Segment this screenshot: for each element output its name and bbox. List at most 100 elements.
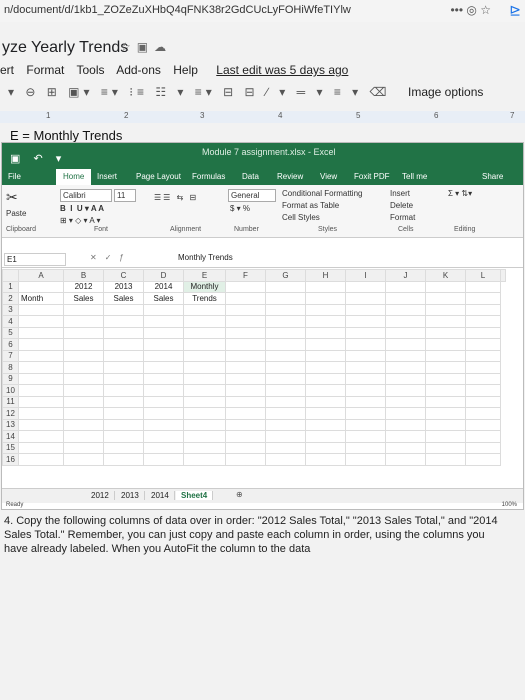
cell[interactable] [345,430,386,443]
cell[interactable] [465,430,501,443]
cell[interactable] [305,407,346,420]
cell[interactable] [305,338,346,351]
cell[interactable] [465,407,501,420]
menu-tools[interactable]: Tools [77,63,105,77]
column-header[interactable]: H [305,269,346,282]
cell[interactable] [265,280,306,293]
cell[interactable] [143,418,184,431]
cell[interactable] [425,280,466,293]
cell[interactable] [18,407,64,420]
cell[interactable] [225,338,266,351]
row-header[interactable]: 9 [2,372,19,385]
cell[interactable]: 2014 [143,280,184,293]
cell[interactable] [18,361,64,374]
cell[interactable] [345,372,386,385]
cell[interactable] [345,303,386,316]
cell[interactable] [183,303,226,316]
cell[interactable] [103,338,144,351]
cell[interactable] [305,453,346,466]
cell[interactable] [465,384,501,397]
cell[interactable] [18,280,64,293]
cell[interactable] [143,407,184,420]
cell[interactable] [465,326,501,339]
cell[interactable] [305,361,346,374]
cell[interactable] [305,430,346,443]
quick-access-icons[interactable]: ▣ ↶ ▾ [10,152,66,165]
cell[interactable] [465,361,501,374]
cell[interactable] [143,430,184,443]
cell[interactable] [425,453,466,466]
cell[interactable] [305,372,346,385]
cell[interactable] [103,441,144,454]
currency-percent[interactable]: $ ▾ % [230,204,250,213]
formula-bar-icons[interactable]: ✕✓ƒ [90,253,132,262]
column-header[interactable]: G [265,269,306,282]
title-icons[interactable]: ☆▣☁ [120,40,172,54]
cell[interactable] [63,315,104,328]
cell[interactable] [265,326,306,339]
cell[interactable] [425,384,466,397]
cell[interactable] [183,441,226,454]
cell[interactable] [183,430,226,443]
menu-format[interactable]: Format [26,63,64,77]
row-header[interactable]: 1 [2,280,19,293]
cell[interactable] [385,430,426,443]
cell[interactable] [265,407,306,420]
cell[interactable] [103,430,144,443]
autosum-icon[interactable]: Σ ▾ ⇅▾ [448,189,472,198]
conditional-formatting[interactable]: Conditional Formatting [282,189,362,198]
cell[interactable] [345,361,386,374]
cell[interactable] [183,361,226,374]
add-sheet-icon[interactable]: ⊕ [236,490,243,499]
cell[interactable] [183,453,226,466]
cell[interactable] [305,418,346,431]
cell[interactable] [63,407,104,420]
cell[interactable] [265,418,306,431]
last-edit-link[interactable]: Last edit was 5 days ago [216,63,348,77]
column-header[interactable]: B [63,269,104,282]
cell[interactable] [103,326,144,339]
cell[interactable] [63,372,104,385]
share-button[interactable]: Share [482,172,503,181]
cell[interactable] [63,326,104,339]
cell[interactable] [265,292,306,305]
cell[interactable] [225,349,266,362]
column-header[interactable]: D [143,269,184,282]
cell[interactable] [265,430,306,443]
cell[interactable] [225,395,266,408]
cell[interactable] [18,303,64,316]
cell[interactable] [143,361,184,374]
cell[interactable] [465,338,501,351]
cell[interactable] [265,384,306,397]
cell[interactable] [225,441,266,454]
row-header[interactable]: 7 [2,349,19,362]
cell[interactable] [425,430,466,443]
cell[interactable] [225,407,266,420]
cell[interactable] [465,349,501,362]
cell[interactable] [305,326,346,339]
cell[interactable] [225,384,266,397]
cell[interactable] [425,292,466,305]
cell[interactable] [103,395,144,408]
cell[interactable] [18,338,64,351]
menu-insert[interactable]: ert [0,63,14,77]
cell[interactable] [225,430,266,443]
row-header[interactable]: 15 [2,441,19,454]
cell[interactable] [305,349,346,362]
cell[interactable] [143,395,184,408]
cell[interactable] [345,315,386,328]
insert-cells[interactable]: Insert [390,189,410,198]
delete-cells[interactable]: Delete [390,201,413,210]
tab-insert[interactable]: Insert [97,172,117,181]
row-header[interactable]: 2 [2,292,19,305]
cell[interactable]: 2013 [103,280,144,293]
cell[interactable]: 2012 [63,280,104,293]
cell[interactable] [103,349,144,362]
column-header[interactable]: C [103,269,144,282]
format-cells[interactable]: Format [390,213,415,222]
cell[interactable] [18,430,64,443]
cell[interactable] [225,453,266,466]
cell[interactable] [18,372,64,385]
cell[interactable] [225,315,266,328]
tab-page-layout[interactable]: Page Layout [136,172,181,181]
